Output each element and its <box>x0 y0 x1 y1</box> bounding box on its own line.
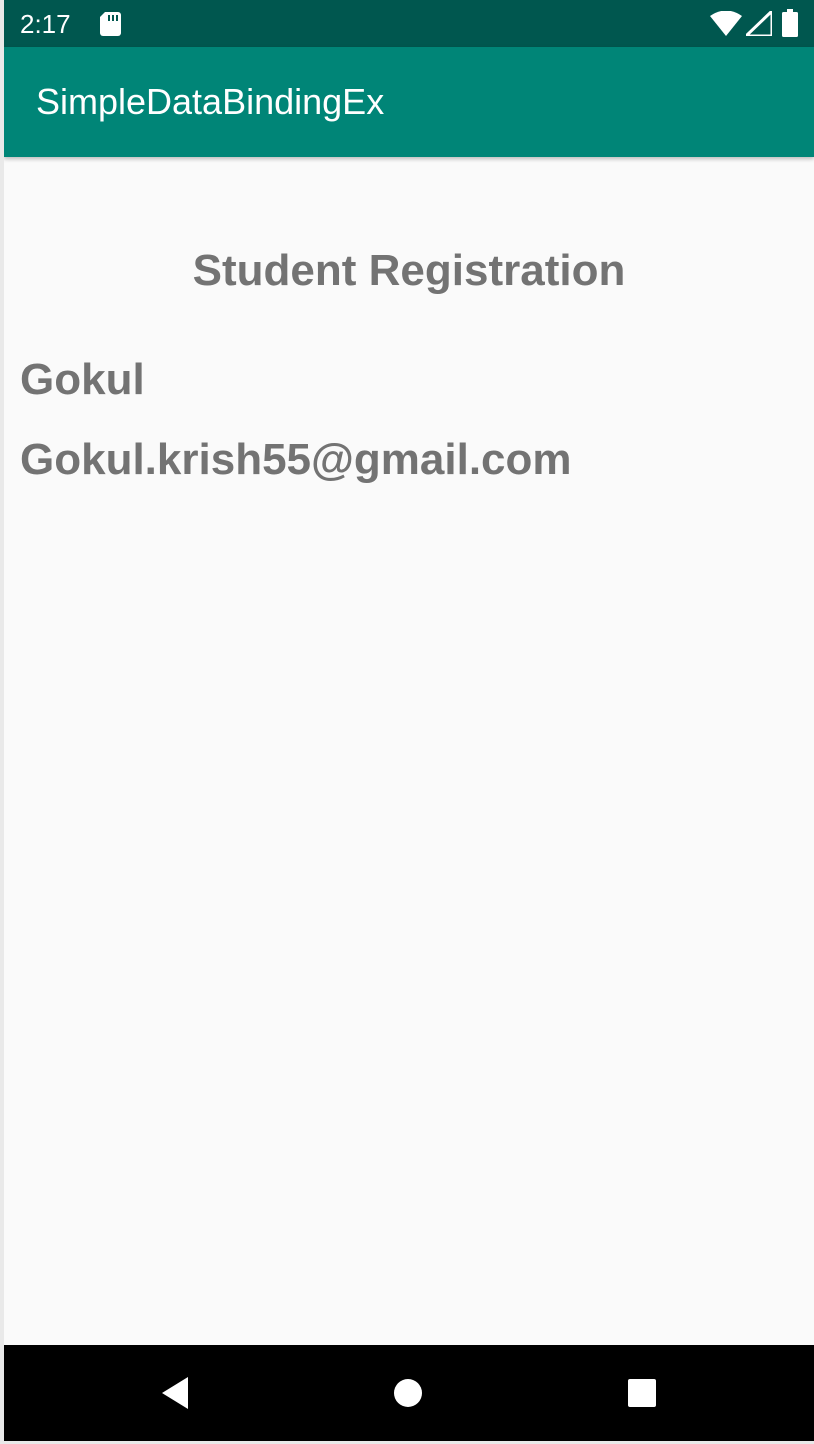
status-time: 2:17 <box>20 9 71 39</box>
page-heading: Student Registration <box>192 246 626 295</box>
navigation-bar <box>4 1345 814 1441</box>
recents-icon[interactable] <box>626 1377 658 1409</box>
cell-signal-icon <box>746 11 772 36</box>
phone-screen: 2:17 SimpleDataBindingEx Student Registr… <box>4 0 814 1441</box>
student-email-text: Gokul.krish55@gmail.com <box>20 435 572 484</box>
home-icon[interactable] <box>392 1377 424 1409</box>
student-name-text: Gokul <box>20 355 145 404</box>
app-title: SimpleDataBindingEx <box>36 81 385 122</box>
app-bar: SimpleDataBindingEx <box>4 47 814 157</box>
sd-card-icon <box>100 12 121 36</box>
status-bar: 2:17 <box>4 0 814 47</box>
battery-icon <box>782 9 798 37</box>
back-icon[interactable] <box>154 1373 194 1413</box>
wifi-icon <box>710 11 742 36</box>
main-content: Student Registration Gokul Gokul.krish55… <box>4 157 814 1345</box>
